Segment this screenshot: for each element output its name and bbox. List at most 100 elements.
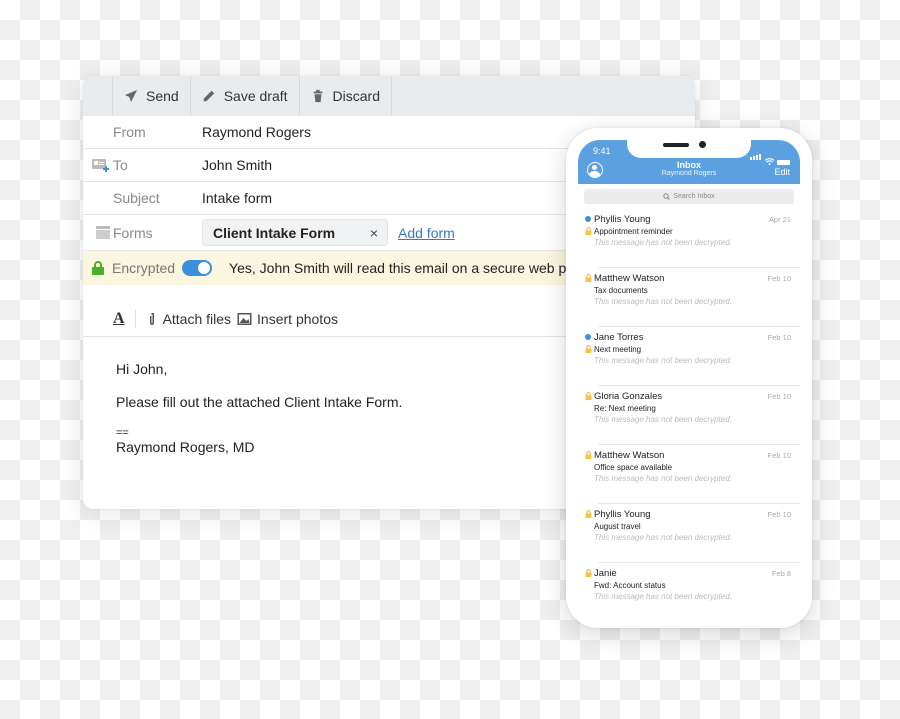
paperclip-icon	[149, 312, 154, 325]
camera-icon	[699, 141, 706, 148]
message-sender: Phyllis Young	[594, 508, 651, 520]
edit-button[interactable]: Edit	[774, 167, 790, 177]
message-subject: Tax documents	[594, 285, 648, 295]
save-draft-label: Save draft	[223, 88, 288, 104]
search-placeholder: Search Inbox	[673, 193, 715, 200]
form-chip[interactable]: Client Intake Form ×	[202, 219, 388, 246]
send-label: Send	[146, 88, 179, 104]
divider	[134, 309, 136, 328]
message-list-item[interactable]: Phyllis Young Feb 10 August travel This …	[578, 503, 800, 562]
indicator	[585, 216, 594, 222]
indicator	[585, 451, 594, 459]
form-chip-label: Client Intake Form	[213, 224, 336, 241]
message-sender: Gloria Gonzales	[594, 390, 663, 402]
encryption-toggle[interactable]	[182, 260, 213, 276]
inbox-subtitle: Raymond Rogers	[661, 170, 717, 177]
lock-slot	[585, 345, 594, 353]
send-icon	[124, 89, 138, 103]
speaker-icon	[663, 143, 689, 147]
lock-icon	[585, 392, 592, 400]
message-list-item[interactable]: Janie Feb 8 Fwd: Account status This mes…	[578, 562, 800, 616]
lock-slot	[585, 227, 594, 235]
message-date: Apr 21	[768, 215, 791, 224]
lock-icon	[585, 510, 592, 518]
save-draft-button[interactable]: Save draft	[189, 76, 299, 116]
add-form-link[interactable]: Add form	[398, 225, 455, 241]
insert-photos-label: Insert photos	[257, 310, 338, 327]
compose-toolbar: Send Save draft Discard	[83, 76, 695, 116]
contact-card-icon[interactable]	[83, 158, 113, 172]
to-label: To	[113, 157, 128, 173]
pencil-icon	[203, 90, 214, 102]
message-date: Feb 10	[767, 510, 791, 519]
message-date: Feb 10	[767, 392, 791, 401]
lock-icon	[585, 227, 592, 235]
encrypted-label: Encrypted	[112, 260, 176, 276]
discard-label: Discard	[332, 88, 380, 104]
message-subject: Office space available	[594, 462, 673, 472]
message-preview: This message has not been decrypted.	[594, 474, 732, 483]
image-icon	[237, 312, 252, 325]
message-preview: This message has not been decrypted.	[594, 356, 732, 365]
insert-photos-button[interactable]: Insert photos	[237, 311, 338, 327]
status-time: 9:41	[593, 146, 611, 156]
message-list-item[interactable]: Matthew Watson Feb 10 Office space avail…	[578, 444, 800, 503]
from-label: From	[113, 124, 146, 140]
message-subject: Fwd: Account status	[594, 580, 666, 590]
message-list-item[interactable]: Jane Torres Feb 10 Next meeting This mes…	[578, 326, 800, 385]
encryption-message: Yes, John Smith will read this email on …	[229, 260, 575, 276]
text-format-button[interactable]: A	[113, 310, 125, 328]
trash-icon	[313, 89, 322, 103]
indicator	[585, 334, 594, 340]
inbox-title-text: Inbox	[677, 160, 701, 170]
message-subject: Appointment reminder	[594, 226, 673, 236]
unread-dot-icon	[585, 334, 591, 340]
attach-files-button[interactable]: Attach files	[146, 311, 231, 327]
message-subject: August travel	[594, 521, 641, 531]
remove-form-icon[interactable]: ×	[370, 225, 378, 241]
message-list-item[interactable]: Phyllis Young Apr 21 Appointment reminde…	[578, 208, 800, 267]
message-list-item[interactable]: Matthew Watson Feb 10 Tax documents This…	[578, 267, 800, 326]
search-icon	[663, 193, 671, 200]
subject-label: Subject	[113, 190, 160, 206]
inbox-header: 9:41 Inbox Raymond Rogers Edit	[578, 140, 800, 184]
from-value[interactable]: Raymond Rogers	[202, 124, 311, 140]
message-date: Feb 8	[771, 569, 791, 578]
phone-screen: 9:41 Inbox Raymond Rogers Edit Search In…	[578, 140, 800, 616]
search-inbox-input[interactable]: Search Inbox	[584, 189, 794, 204]
indicator	[585, 274, 594, 282]
attach-files-label: Attach files	[162, 310, 232, 327]
message-sender: Phyllis Young	[594, 213, 651, 225]
message-preview: This message has not been decrypted.	[594, 533, 732, 542]
message-list: Phyllis Young Apr 21 Appointment reminde…	[578, 208, 800, 616]
phone-notch	[627, 140, 751, 158]
indicator	[585, 569, 594, 577]
lock-icon	[585, 569, 592, 577]
lock-icon	[92, 261, 104, 275]
message-preview: This message has not been decrypted.	[594, 297, 732, 306]
message-date: Feb 10	[767, 274, 791, 283]
lock-icon	[585, 451, 592, 459]
message-sender: Matthew Watson	[594, 449, 665, 461]
message-preview: This message has not been decrypted.	[594, 415, 732, 424]
send-button[interactable]: Send	[112, 76, 190, 116]
forms-label: Forms	[113, 224, 153, 241]
unread-dot-icon	[585, 216, 591, 222]
lock-icon	[585, 274, 592, 282]
message-sender: Janie	[594, 567, 617, 579]
indicator	[585, 392, 594, 400]
subject-value[interactable]: Intake form	[202, 190, 272, 206]
forms-icon	[83, 226, 113, 239]
message-subject: Next meeting	[594, 344, 642, 354]
message-sender: Jane Torres	[594, 331, 644, 343]
message-sender: Matthew Watson	[594, 272, 665, 284]
to-value[interactable]: John Smith	[202, 157, 272, 173]
message-preview: This message has not been decrypted.	[594, 238, 732, 247]
message-date: Feb 10	[767, 333, 791, 342]
message-subject: Re: Next meeting	[594, 403, 656, 413]
message-list-item[interactable]: Gloria Gonzales Feb 10 Re: Next meeting …	[578, 385, 800, 444]
phone-mockup: 9:41 Inbox Raymond Rogers Edit Search In…	[566, 128, 812, 628]
message-preview: This message has not been decrypted.	[594, 592, 732, 601]
discard-button[interactable]: Discard	[298, 76, 392, 116]
inbox-title: Inbox Raymond Rogers	[578, 161, 800, 178]
